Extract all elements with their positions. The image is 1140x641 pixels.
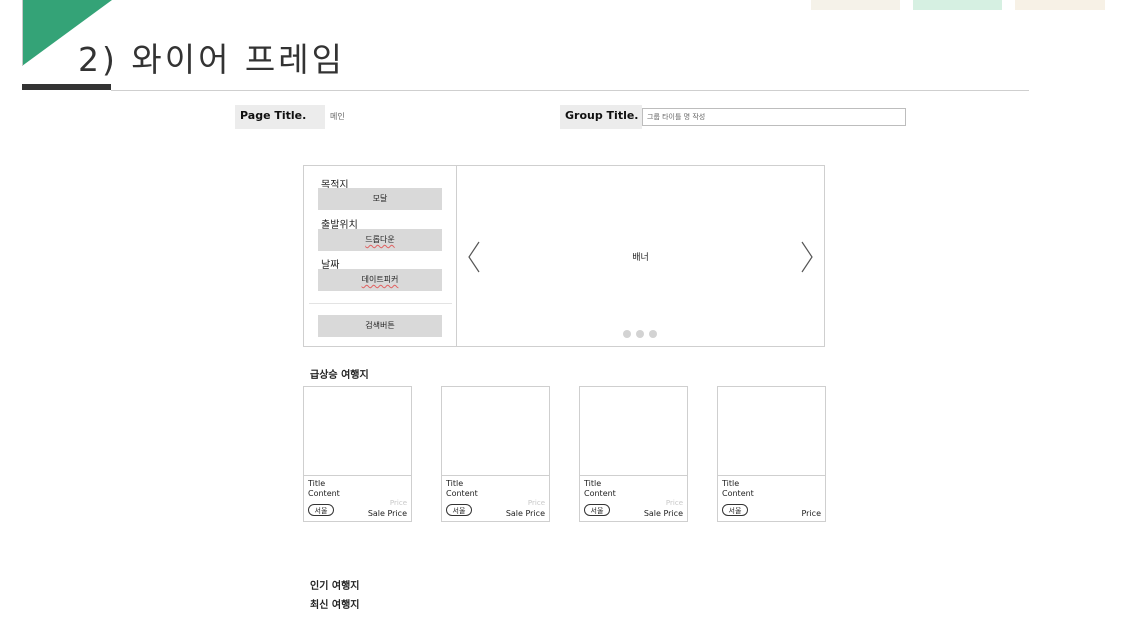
card-image-placeholder [304, 387, 411, 476]
card-image-placeholder [718, 387, 825, 476]
date-picker-label: 데이트피커 [361, 275, 399, 284]
destination-card[interactable]: Title Content 서울 Price Sale Price [303, 386, 412, 522]
destination-modal-button[interactable]: 모달 [318, 188, 442, 210]
card-location-tag: 서울 [722, 504, 748, 516]
card-original-price: Price [665, 499, 683, 507]
title-underline-bar [22, 84, 111, 90]
card-original-price: Price [527, 499, 545, 507]
card-content: Content [584, 489, 616, 498]
search-panel: 목적지 모달 출발위치 드롭다운 날짜 데이트피커 검색버튼 [303, 165, 456, 347]
card-location-tag: 서울 [446, 504, 472, 516]
card-title: Title [308, 479, 326, 488]
card-title: Title [446, 479, 464, 488]
slide-title: 2) 와이어 프레임 [78, 40, 346, 79]
trending-section-title: 급상승 여행지 [310, 370, 369, 381]
card-content: Content [308, 489, 340, 498]
banner-label: 배너 [632, 253, 649, 263]
card-title: Title [584, 479, 602, 488]
departure-dropdown-label: 드롭다운 [365, 235, 395, 244]
destination-card[interactable]: Title Content 서울 Price Sale Price [579, 386, 688, 522]
carousel-dot[interactable] [623, 330, 631, 338]
departure-dropdown[interactable]: 드롭다운 [318, 229, 442, 251]
card-location-tag: 서울 [308, 504, 334, 516]
card-content: Content [722, 489, 754, 498]
carousel-dots [623, 330, 657, 338]
card-title: Title [722, 479, 740, 488]
page-title-label: Page Title. [235, 105, 325, 129]
card-original-price: Price [389, 499, 407, 507]
banner-carousel: 배너 [456, 165, 825, 347]
card-image-placeholder [442, 387, 549, 476]
top-tab-2 [913, 0, 1002, 10]
search-panel-divider [309, 303, 452, 304]
top-tab-1 [811, 0, 900, 10]
page-title-value: 메인 [330, 112, 345, 121]
card-sale-price: Sale Price [505, 509, 545, 518]
card-location-tag: 서울 [584, 504, 610, 516]
title-divider-line [111, 90, 1029, 91]
recent-section-title: 최신 여행지 [310, 600, 360, 611]
corner-divider-line [22, 0, 23, 66]
search-button[interactable]: 검색버튼 [318, 315, 442, 337]
card-sale-price: Sale Price [643, 509, 683, 518]
card-image-placeholder [580, 387, 687, 476]
destination-card[interactable]: Title Content 서울 Price [717, 386, 826, 522]
carousel-dot[interactable] [649, 330, 657, 338]
top-tab-3 [1015, 0, 1105, 10]
group-title-label: Group Title. [560, 105, 642, 129]
card-content: Content [446, 489, 478, 498]
chevron-right-icon[interactable] [799, 240, 815, 274]
date-picker[interactable]: 데이트피커 [318, 269, 442, 291]
popular-section-title: 인기 여행지 [310, 581, 360, 592]
card-sale-price: Price [801, 509, 821, 518]
card-sale-price: Sale Price [367, 509, 407, 518]
destination-card[interactable]: Title Content 서울 Price Sale Price [441, 386, 550, 522]
group-title-input[interactable]: 그룹 타이틀 명 작성 [642, 108, 906, 126]
carousel-dot[interactable] [636, 330, 644, 338]
